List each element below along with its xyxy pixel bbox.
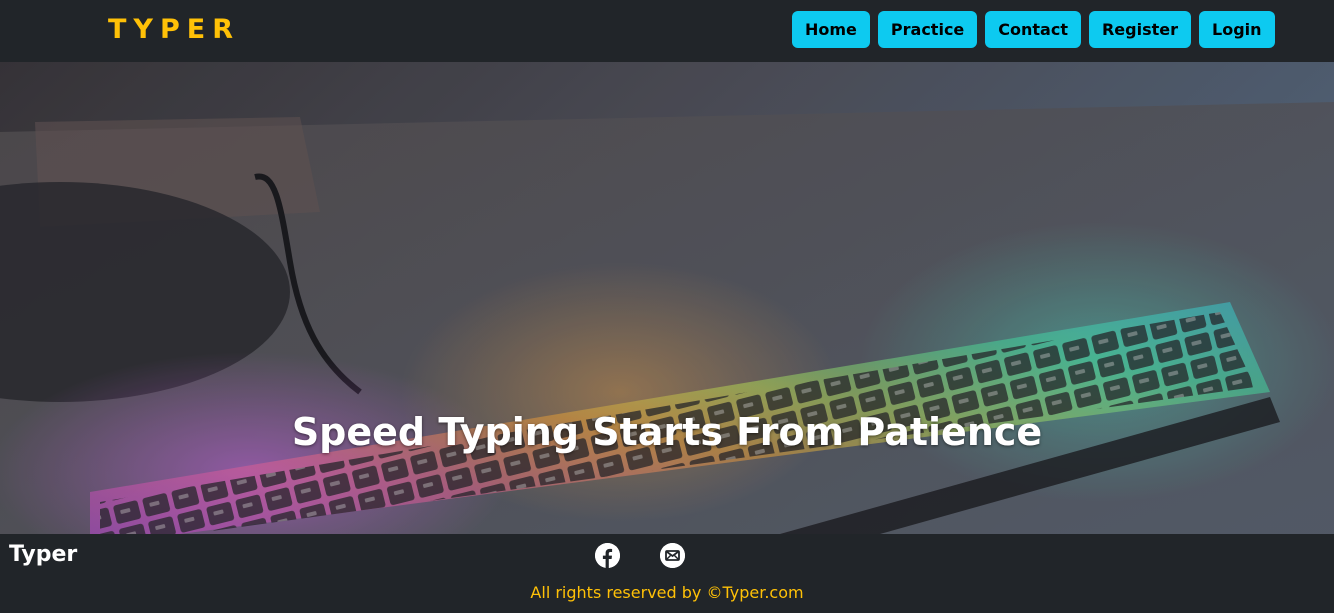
- footer-brand: Typer: [9, 542, 78, 567]
- nav-register-button[interactable]: Register: [1088, 11, 1192, 48]
- copyright-text: All rights reserved by ©Typer.com: [530, 583, 804, 602]
- facebook-icon[interactable]: [595, 543, 620, 568]
- nav-login-button[interactable]: Login: [1199, 11, 1275, 48]
- nav-practice-button[interactable]: Practice: [877, 11, 978, 48]
- mail-icon[interactable]: [660, 543, 685, 568]
- brand-logo[interactable]: TYPER: [108, 14, 240, 45]
- footer: Typer All rights reserved by ©Typer.com: [0, 534, 1334, 613]
- nav-home-button[interactable]: Home: [792, 11, 870, 48]
- nav-contact-button[interactable]: Contact: [985, 11, 1081, 48]
- social-links: [595, 543, 685, 568]
- hero-headline: Speed Typing Starts From Patience: [291, 410, 1043, 454]
- hero-background-image: [0, 62, 1334, 534]
- nav-links: Home Practice Contact Register Login: [792, 11, 1275, 48]
- hero-section: Speed Typing Starts From Patience: [0, 62, 1334, 534]
- navbar: TYPER Home Practice Contact Register Log…: [0, 0, 1334, 62]
